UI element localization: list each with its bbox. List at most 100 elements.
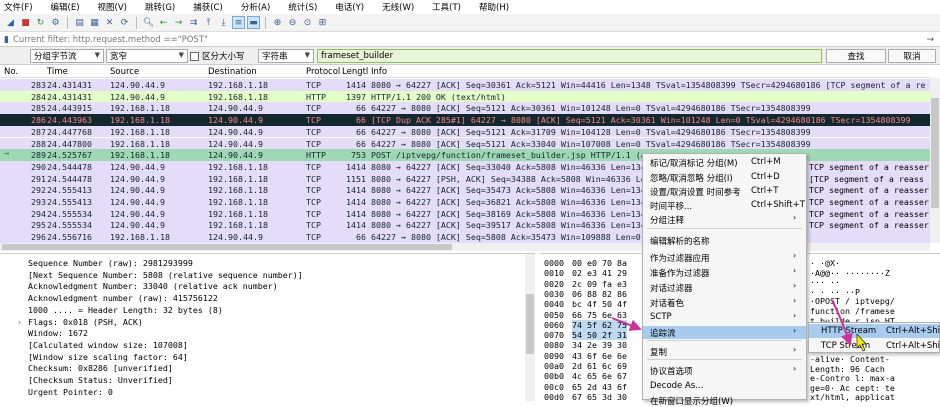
menu-edit[interactable]: 编辑(E) bbox=[51, 1, 80, 13]
resize-columns-icon[interactable]: ⊞ bbox=[316, 16, 329, 29]
context-menu-item[interactable]: 对话着色 › bbox=[643, 296, 806, 309]
byte-hex[interactable]: 65 2d 43 6f bbox=[572, 382, 627, 392]
go-to-packet-icon[interactable]: ⇉ bbox=[187, 16, 200, 29]
bookmark-icon[interactable]: ▮ bbox=[4, 35, 9, 45]
first-packet-icon[interactable]: ⤒ bbox=[202, 16, 215, 29]
byte-ascii[interactable]: ·A@@·· ········Z bbox=[810, 268, 890, 278]
reload-icon[interactable]: ⟳ bbox=[118, 16, 131, 29]
go-back-icon[interactable]: ← bbox=[157, 16, 170, 29]
byte-hex[interactable]: 66 75 6e 63 bbox=[572, 310, 627, 320]
context-menu-item[interactable]: 复制 › bbox=[643, 345, 806, 358]
detail-field[interactable]: Acknowledgment Number: 33040 (relative a… bbox=[28, 281, 278, 291]
shark-fin-start-icon[interactable]: ◢ bbox=[4, 16, 17, 29]
byte-hex[interactable]: 67 65 3d 30 bbox=[572, 392, 627, 402]
context-menu-item[interactable]: 在新窗口显示分组(W) bbox=[643, 394, 806, 407]
details-vscrollbar[interactable] bbox=[525, 254, 535, 401]
scroll-thumb[interactable] bbox=[2, 244, 452, 250]
stop-icon[interactable]: ■ bbox=[19, 16, 32, 29]
byte-ascii[interactable]: ·OPOST / iptvepg/ bbox=[810, 296, 895, 306]
byte-hex[interactable]: 2c 09 fa e3 bbox=[572, 279, 627, 289]
context-menu-item[interactable]: 编辑解析的名称 bbox=[643, 234, 806, 247]
byte-ascii[interactable]: function /framese bbox=[810, 306, 895, 316]
detail-field[interactable]: 1000 .... = Header Length: 32 bytes (8) bbox=[28, 305, 223, 315]
byte-hex[interactable]: 74 5f 62 75 bbox=[572, 319, 627, 330]
close-file-icon[interactable]: ✕ bbox=[103, 16, 116, 29]
search-term-input[interactable]: frameset_builder bbox=[317, 49, 822, 63]
context-menu-item[interactable]: 协议首选项 › bbox=[643, 364, 806, 377]
detail-field[interactable]: Window: 1672 bbox=[28, 328, 88, 338]
context-menu-item[interactable]: 标记/取消标记 分组(M) Ctrl+M bbox=[643, 156, 806, 169]
col-protocol[interactable]: Protocol bbox=[306, 67, 340, 77]
search-scope-select[interactable]: 分组字节流 ▼ bbox=[30, 49, 104, 63]
byte-ascii[interactable]: ··· ·· bbox=[810, 277, 840, 287]
context-menu-item[interactable]: 对话过滤器 › bbox=[643, 281, 806, 294]
menu-help[interactable]: 帮助(H) bbox=[479, 1, 509, 13]
detail-field[interactable]: Acknowledgment number (raw): 415756122 bbox=[28, 293, 218, 303]
context-menu-item[interactable]: 时间平移... Ctrl+Shift+T bbox=[643, 199, 806, 212]
col-time[interactable]: Time bbox=[47, 67, 68, 77]
byte-ascii[interactable]: · · ·· ··P bbox=[810, 287, 860, 297]
context-menu-item[interactable]: 追踪流 › bbox=[643, 326, 806, 339]
search-type-select[interactable]: 字符串 ▼ bbox=[258, 49, 314, 63]
zoom-in-icon[interactable]: ⊕ bbox=[271, 16, 284, 29]
byte-hex[interactable]: 02 e3 41 29 bbox=[572, 268, 627, 278]
col-no[interactable]: No. bbox=[4, 67, 18, 77]
detail-field[interactable]: Sequence Number (raw): 2981293999 bbox=[28, 258, 193, 268]
menu-statistics[interactable]: 统计(S) bbox=[288, 1, 317, 13]
detail-field[interactable]: [Next Sequence Number: 5808 (relative se… bbox=[28, 270, 303, 280]
packet-row[interactable]: 288 24.447800 192.168.1.18 124.90.44.9 TCP 66… bbox=[0, 137, 930, 150]
context-menu-item[interactable]: 准备作为过滤器 › bbox=[643, 266, 806, 279]
filter-apply-arrow-icon[interactable]: → bbox=[926, 35, 934, 45]
byte-hex[interactable]: bc 4f 50 4f bbox=[572, 299, 627, 309]
find-button[interactable]: 查找 bbox=[826, 49, 886, 63]
packet-row[interactable]: 285 24.443915 192.168.1.18 124.90.44.9 TCP 66… bbox=[0, 102, 930, 115]
menu-capture[interactable]: 捕获(C) bbox=[193, 1, 223, 13]
menu-file[interactable]: 文件(F) bbox=[4, 1, 33, 13]
context-menu-item[interactable]: 分组注释 › bbox=[643, 213, 806, 226]
checkbox-box[interactable] bbox=[190, 51, 199, 61]
col-source[interactable]: Source bbox=[110, 67, 139, 77]
detail-field[interactable]: Flags: 0x018 (PSH, ACK) bbox=[28, 317, 143, 327]
menu-item-tcp-stream[interactable]: TCP Stream Ctrl+Alt+Shift+T bbox=[809, 339, 940, 353]
display-filter-bar[interactable]: ▮ Current filter: http.request.method ==… bbox=[0, 33, 940, 47]
context-menu-item[interactable]: 设置/取消设置 时间参考 Ctrl+T bbox=[643, 185, 806, 198]
find-packet-icon[interactable]: 🔍︎ bbox=[142, 16, 155, 29]
byte-hex[interactable]: 4c 65 6e 67 bbox=[572, 371, 627, 381]
menu-go[interactable]: 跳转(G) bbox=[145, 1, 175, 13]
restart-icon[interactable]: ↻ bbox=[34, 16, 47, 29]
detail-field[interactable]: [Calculated window size: 107008] bbox=[28, 340, 188, 350]
menu-analyze[interactable]: 分析(A) bbox=[241, 1, 270, 13]
detail-field[interactable]: Checksum: 0x8286 [unverified] bbox=[28, 363, 173, 373]
context-menu-item[interactable]: 作为过滤器应用 › bbox=[643, 251, 806, 264]
context-menu-item[interactable]: 忽略/取消忽略 分组(I) Ctrl+D bbox=[643, 171, 806, 184]
scroll-thumb[interactable] bbox=[931, 98, 939, 208]
detail-field[interactable]: [Window size scaling factor: 64] bbox=[28, 352, 188, 362]
autoscroll-icon[interactable]: ≡ bbox=[232, 16, 245, 29]
byte-ascii[interactable]: xt/html, applicat bbox=[810, 392, 895, 402]
detail-field[interactable]: [Checksum Status: Unverified] bbox=[28, 375, 173, 385]
col-destination[interactable]: Destination bbox=[208, 67, 257, 77]
packet-row[interactable]: 286 24.443963 192.168.1.18 124.90.44.9 TCP 66… bbox=[0, 114, 930, 126]
byte-ascii[interactable]: · ·@X· bbox=[810, 258, 840, 268]
menu-view[interactable]: 视图(V) bbox=[98, 1, 127, 13]
col-info[interactable]: Info bbox=[371, 67, 387, 77]
colorize-icon[interactable]: ▬ bbox=[247, 16, 260, 29]
byte-hex[interactable]: 34 2e 39 30 bbox=[572, 340, 627, 350]
last-packet-icon[interactable]: ⤓ bbox=[217, 16, 230, 29]
zoom-out-icon[interactable]: ⊖ bbox=[286, 16, 299, 29]
menu-item-http-stream[interactable]: HTTP Stream Ctrl+Alt+Shift+H bbox=[809, 324, 940, 338]
zoom-reset-icon[interactable]: ⊙ bbox=[301, 16, 314, 29]
byte-ascii[interactable]: -alive· Content- bbox=[810, 354, 890, 364]
byte-ascii[interactable]: ge=0· Ac cept: te bbox=[810, 383, 895, 393]
cancel-button[interactable]: 取消 bbox=[888, 49, 936, 63]
context-menu-item[interactable]: SCTP › bbox=[643, 311, 806, 324]
search-charset-select[interactable]: 宽窄 ▼ bbox=[106, 49, 188, 63]
menu-telephony[interactable]: 电话(Y) bbox=[335, 1, 364, 13]
byte-hex[interactable]: 54 50 2f 31 bbox=[572, 330, 627, 341]
save-file-icon[interactable]: ▦ bbox=[88, 16, 101, 29]
packet-row[interactable]: 284 24.431431 124.90.44.9 192.168.1.18 HTTP 1… bbox=[0, 90, 930, 103]
expand-chevron-icon[interactable]: › bbox=[17, 317, 22, 327]
options-gear-icon[interactable]: ⚙ bbox=[49, 16, 62, 29]
byte-hex[interactable]: 43 6f 6e 6e bbox=[572, 351, 627, 361]
case-sensitive-checkbox[interactable]: 区分大小写 bbox=[190, 50, 245, 62]
